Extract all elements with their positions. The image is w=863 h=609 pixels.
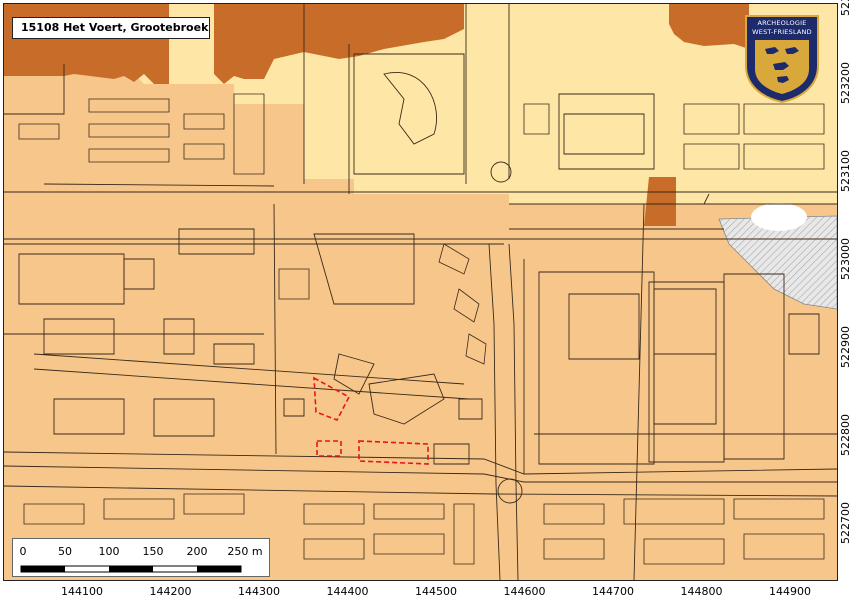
logo-line2: WEST-FRIESLAND — [752, 28, 812, 36]
x-coordinate-label: 144800 — [680, 585, 723, 598]
archeologie-west-friesland-logo: ARCHEOLOGIE WEST-FRIESLAND — [743, 14, 821, 104]
x-coordinate-label: 144700 — [592, 585, 634, 598]
map-canvas[interactable] — [3, 3, 838, 581]
y-coordinate-label: 522900 — [839, 326, 852, 368]
y-coordinate-label: 523100 — [839, 150, 852, 192]
logo-line1: ARCHEOLOGIE — [757, 19, 807, 27]
x-coordinate-label: 144100 — [61, 585, 103, 598]
y-coordinate-label: 522800 — [839, 414, 852, 456]
x-coordinate-label: 144400 — [326, 585, 369, 598]
map-figure: 15108 Het Voert, Grootebroek ARCHEOLOGIE… — [0, 0, 863, 609]
x-coordinate-label: 144900 — [769, 585, 811, 598]
scale-bar: 0 50 100 150 200 250 m — [12, 538, 270, 577]
y-coordinate-label: 523000 — [839, 238, 852, 280]
x-coordinate-label: 144500 — [415, 585, 457, 598]
x-coordinate-label: 144600 — [503, 585, 546, 598]
x-coordinate-label: 144300 — [238, 585, 280, 598]
terrain-dark-zone — [4, 4, 169, 84]
x-coordinate-label: 144200 — [149, 585, 192, 598]
terrain-dark-zone — [644, 177, 676, 226]
map-title: 15108 Het Voert, Grootebroek — [12, 17, 210, 39]
y-coordinate-label: 523200 — [839, 62, 852, 104]
y-coordinate-label: 523300 — [839, 0, 852, 16]
y-coordinate-label: 522700 — [839, 502, 852, 544]
